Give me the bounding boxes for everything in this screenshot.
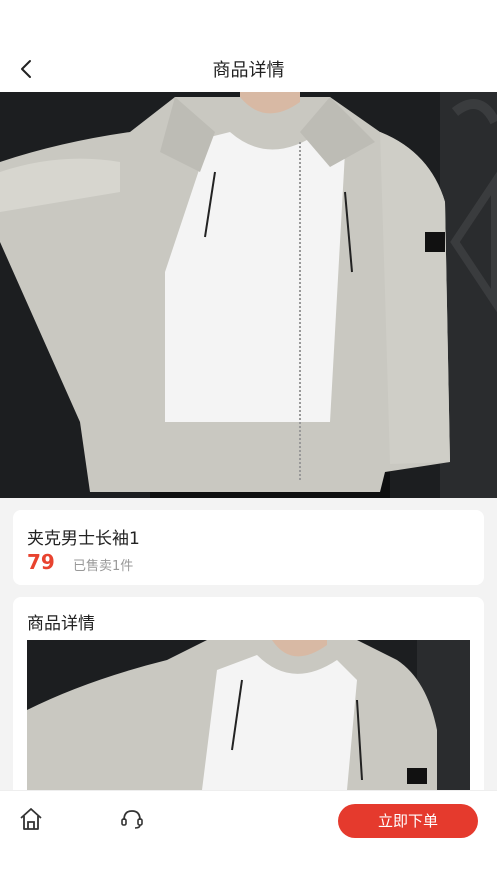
- product-info-card: 夹克男士长袖1 79 已售卖1件: [13, 510, 484, 585]
- customer-service-button[interactable]: [118, 805, 146, 833]
- product-name: 夹克男士长袖1: [27, 529, 140, 549]
- home-button[interactable]: [17, 805, 45, 833]
- buy-now-button[interactable]: 立即下单: [338, 804, 478, 838]
- home-icon: [20, 808, 42, 830]
- headset-icon: [121, 810, 143, 829]
- top-nav-bar: 商品详情: [0, 0, 497, 92]
- detail-section-title: 商品详情: [27, 614, 95, 634]
- product-hero-image[interactable]: [0, 92, 497, 498]
- jacket-detail-photo: [27, 640, 470, 790]
- sold-count: 已售卖1件: [73, 559, 134, 574]
- jacket-photo: [0, 92, 497, 498]
- product-detail-card: 商品详情: [13, 597, 484, 797]
- detail-image[interactable]: [27, 640, 470, 790]
- bottom-action-bar: 立即下单: [0, 790, 497, 884]
- product-price: 79: [27, 550, 55, 574]
- page-title: 商品详情: [212, 60, 285, 81]
